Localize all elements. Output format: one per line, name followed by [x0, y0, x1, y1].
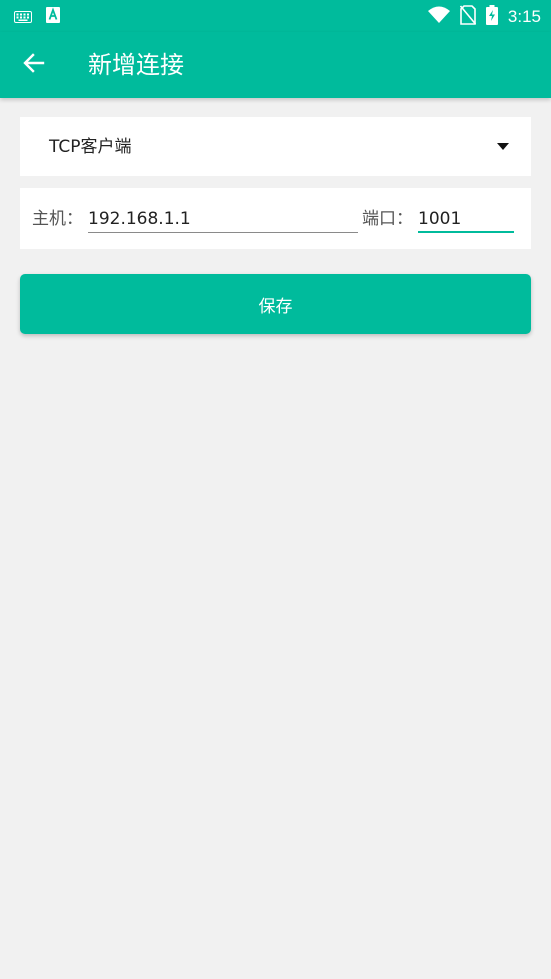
arrow-left-icon: [23, 52, 45, 78]
app-bar: 新增连接: [0, 32, 551, 98]
connection-type-select[interactable]: TCP客户端: [20, 117, 531, 176]
page-title: 新增连接: [88, 51, 184, 79]
status-system: 3:15: [427, 5, 541, 29]
a-notification-icon: [46, 7, 60, 27]
status-time: 3:15: [507, 7, 541, 26]
wifi-icon: [427, 6, 450, 28]
no-sim-icon: [459, 5, 477, 29]
back-button[interactable]: [18, 49, 50, 81]
keyboard-icon: [14, 8, 32, 27]
status-bar: 3:15: [0, 0, 551, 32]
connection-type-value: TCP客户端: [49, 137, 132, 157]
connection-form: 主机： 端口：: [20, 188, 531, 249]
host-label: 主机：: [32, 209, 83, 229]
port-label: 端口：: [362, 209, 413, 229]
dropdown-arrow-icon: [497, 143, 509, 150]
status-notifications: [14, 7, 60, 27]
battery-charging-icon: [485, 5, 498, 29]
host-input[interactable]: [88, 206, 358, 233]
port-input[interactable]: [418, 206, 514, 233]
save-button[interactable]: 保存: [20, 274, 531, 334]
